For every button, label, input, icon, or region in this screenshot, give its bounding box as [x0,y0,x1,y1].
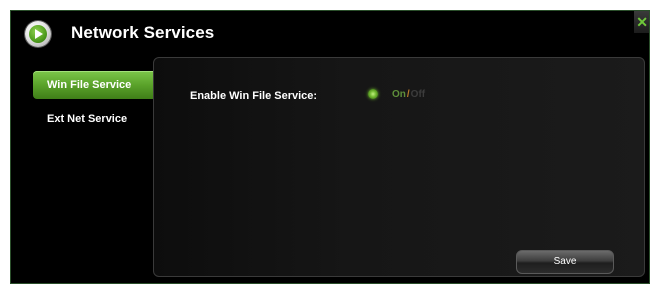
network-services-window: Network Services ✕ Win File Service Ext … [10,10,650,284]
save-button[interactable]: Save [516,250,614,274]
play-circle-icon [25,21,51,47]
toggle-separator: / [406,88,410,100]
sidebar-item-ext-net-service[interactable]: Ext Net Service [33,105,153,133]
toggle-on-label[interactable]: On [392,89,406,100]
close-icon[interactable]: ✕ [634,11,649,33]
on-off-toggle[interactable]: On / Off [368,86,425,102]
toggle-off-label[interactable]: Off [411,89,425,100]
sidebar-item-win-file-service[interactable]: Win File Service [33,71,153,99]
sidebar: Win File Service Ext Net Service [33,71,153,139]
radio-indicator-icon[interactable] [368,89,378,99]
window-title: Network Services [71,23,215,42]
settings-panel: Enable Win File Service: On / Off Save [153,57,645,277]
enable-win-file-service-label: Enable Win File Service: [190,90,318,102]
